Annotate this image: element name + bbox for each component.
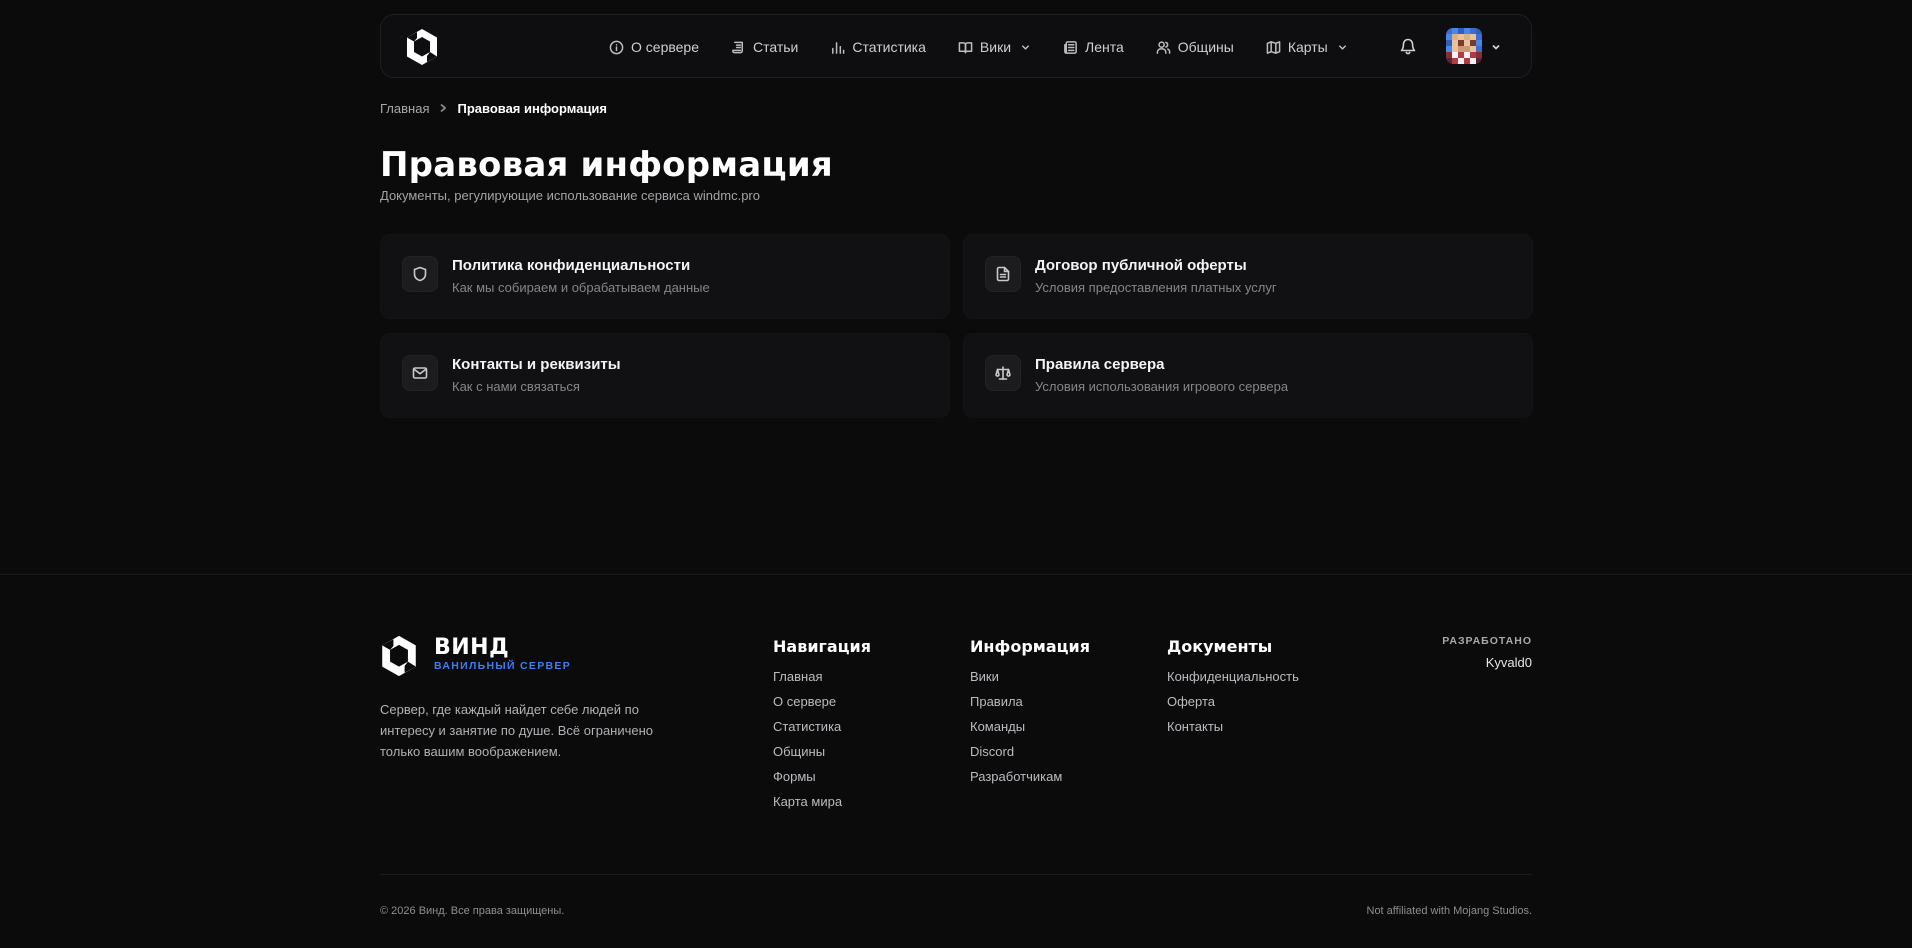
footer-column-navigation: Навигация Главная О сервере Статистика О… xyxy=(773,637,871,819)
footer-column-information: Информация Вики Правила Команды Discord … xyxy=(970,637,1090,794)
chevron-down-icon xyxy=(1492,44,1500,50)
footer-link[interactable]: О сервере xyxy=(773,694,871,710)
mail-icon xyxy=(402,355,438,391)
nav-label: Карты xyxy=(1287,39,1328,55)
affiliation-text: Not affiliated with Mojang Studios. xyxy=(1366,905,1533,917)
developer-label: РАЗРАБОТАНО xyxy=(1442,635,1532,647)
chevron-down-icon xyxy=(1022,44,1029,50)
copyright-text: © 2026 Винд. Все права защищены. xyxy=(380,905,565,917)
nav-label: Общины xyxy=(1177,39,1234,55)
nav-label: Статьи xyxy=(753,39,799,55)
users-icon xyxy=(1156,40,1171,54)
footer-tagline: ВАНИЛЬНЫЙ СЕРВЕР xyxy=(434,660,571,672)
card-privacy-policy[interactable]: Политика конфиденциальности Как мы собир… xyxy=(380,234,950,319)
breadcrumb-current: Правовая информация xyxy=(457,101,608,116)
footer-column-documents: Документы Конфиденциальность Оферта Конт… xyxy=(1167,637,1299,744)
top-navbar: О сервере Статьи Статистика Вики Лента О… xyxy=(380,14,1532,78)
card-description: Как мы собираем и обрабатываем данные xyxy=(452,280,710,295)
footer: ВИНД ВАНИЛЬНЫЙ СЕРВЕР Сервер, где каждый… xyxy=(0,574,1912,948)
breadcrumb-home-link[interactable]: Главная xyxy=(380,101,429,116)
breadcrumb: Главная Правовая информация xyxy=(380,101,607,116)
newspaper-icon xyxy=(1064,40,1077,54)
developer-link[interactable]: Kyvald0 xyxy=(1442,655,1532,670)
nav-label: Лента xyxy=(1085,39,1124,55)
footer-link[interactable]: Карта мира xyxy=(773,794,871,810)
footer-link[interactable]: Статистика xyxy=(773,719,871,735)
bell-icon xyxy=(1400,38,1416,55)
footer-description: Сервер, где каждый найдет себе людей по … xyxy=(380,702,654,759)
card-public-offer[interactable]: Договор публичной оферты Условия предост… xyxy=(963,234,1533,319)
footer-divider xyxy=(380,874,1532,875)
avatar[interactable] xyxy=(1446,28,1482,64)
site-logo[interactable] xyxy=(405,28,439,66)
footer-column-title: Навигация xyxy=(773,637,872,656)
footer-link[interactable]: Оферта xyxy=(1167,694,1299,710)
scales-icon xyxy=(985,355,1021,391)
card-description: Условия использования игрового сервера xyxy=(1035,379,1289,394)
scroll-icon xyxy=(732,41,743,53)
nav-item-maps[interactable]: Карты xyxy=(1250,15,1364,79)
footer-link[interactable]: Контакты xyxy=(1167,719,1299,735)
nav-item-communities[interactable]: Общины xyxy=(1140,15,1250,79)
footer-brand: ВИНД xyxy=(434,635,510,660)
page-title: Правовая информация xyxy=(380,145,833,185)
footer-link[interactable]: Команды xyxy=(970,719,1090,735)
footer-logo[interactable] xyxy=(380,634,418,678)
footer-link[interactable]: Главная xyxy=(773,669,871,685)
footer-link[interactable]: Формы xyxy=(773,769,871,785)
footer-developer: РАЗРАБОТАНО Kyvald0 xyxy=(1442,635,1532,670)
nav-item-feed[interactable]: Лента xyxy=(1047,15,1140,79)
footer-link[interactable]: Discord xyxy=(970,744,1090,760)
footer-link[interactable]: Разработчикам xyxy=(970,769,1090,785)
footer-column-title: Информация xyxy=(970,637,1090,656)
footer-link[interactable]: Общины xyxy=(773,744,871,760)
card-contacts[interactable]: Контакты и реквизиты Как с нами связатьс… xyxy=(380,333,950,418)
page-subtitle: Документы, регулирующие использование се… xyxy=(380,188,760,203)
nav-item-wiki[interactable]: Вики xyxy=(942,15,1047,79)
nav-label: Статистика xyxy=(852,39,926,55)
user-menu-toggle[interactable] xyxy=(1490,40,1504,54)
card-server-rules[interactable]: Правила сервера Условия использования иг… xyxy=(963,333,1533,418)
card-description: Условия предоставления платных услуг xyxy=(1035,280,1277,295)
card-title: Правила сервера xyxy=(1035,356,1165,373)
card-title: Политика конфиденциальности xyxy=(452,257,691,274)
footer-link[interactable]: Правила xyxy=(970,694,1090,710)
footer-link[interactable]: Конфиденциальность xyxy=(1167,669,1299,685)
nav-item-articles[interactable]: Статьи xyxy=(715,15,814,79)
footer-link[interactable]: Вики xyxy=(970,669,1090,685)
bar-chart-icon xyxy=(832,41,845,54)
notifications-button[interactable] xyxy=(1399,37,1419,57)
book-icon xyxy=(958,41,973,53)
nav-label: О сервере xyxy=(631,39,699,55)
nav-label: Вики xyxy=(979,39,1012,55)
footer-column-title: Документы xyxy=(1167,637,1273,656)
card-title: Договор публичной оферты xyxy=(1035,257,1247,274)
card-description: Как с нами связаться xyxy=(452,379,580,394)
document-icon xyxy=(985,256,1021,292)
nav-item-about[interactable]: О сервере xyxy=(593,15,715,79)
info-icon xyxy=(609,40,624,54)
chevron-down-icon xyxy=(1338,44,1346,50)
chevron-right-icon xyxy=(438,101,448,116)
nav-item-stats[interactable]: Статистика xyxy=(814,15,942,79)
main-nav: О сервере Статьи Статистика Вики Лента О… xyxy=(593,15,1364,79)
shield-icon xyxy=(402,256,438,292)
card-title: Контакты и реквизиты xyxy=(452,356,621,373)
map-icon xyxy=(1266,40,1281,54)
